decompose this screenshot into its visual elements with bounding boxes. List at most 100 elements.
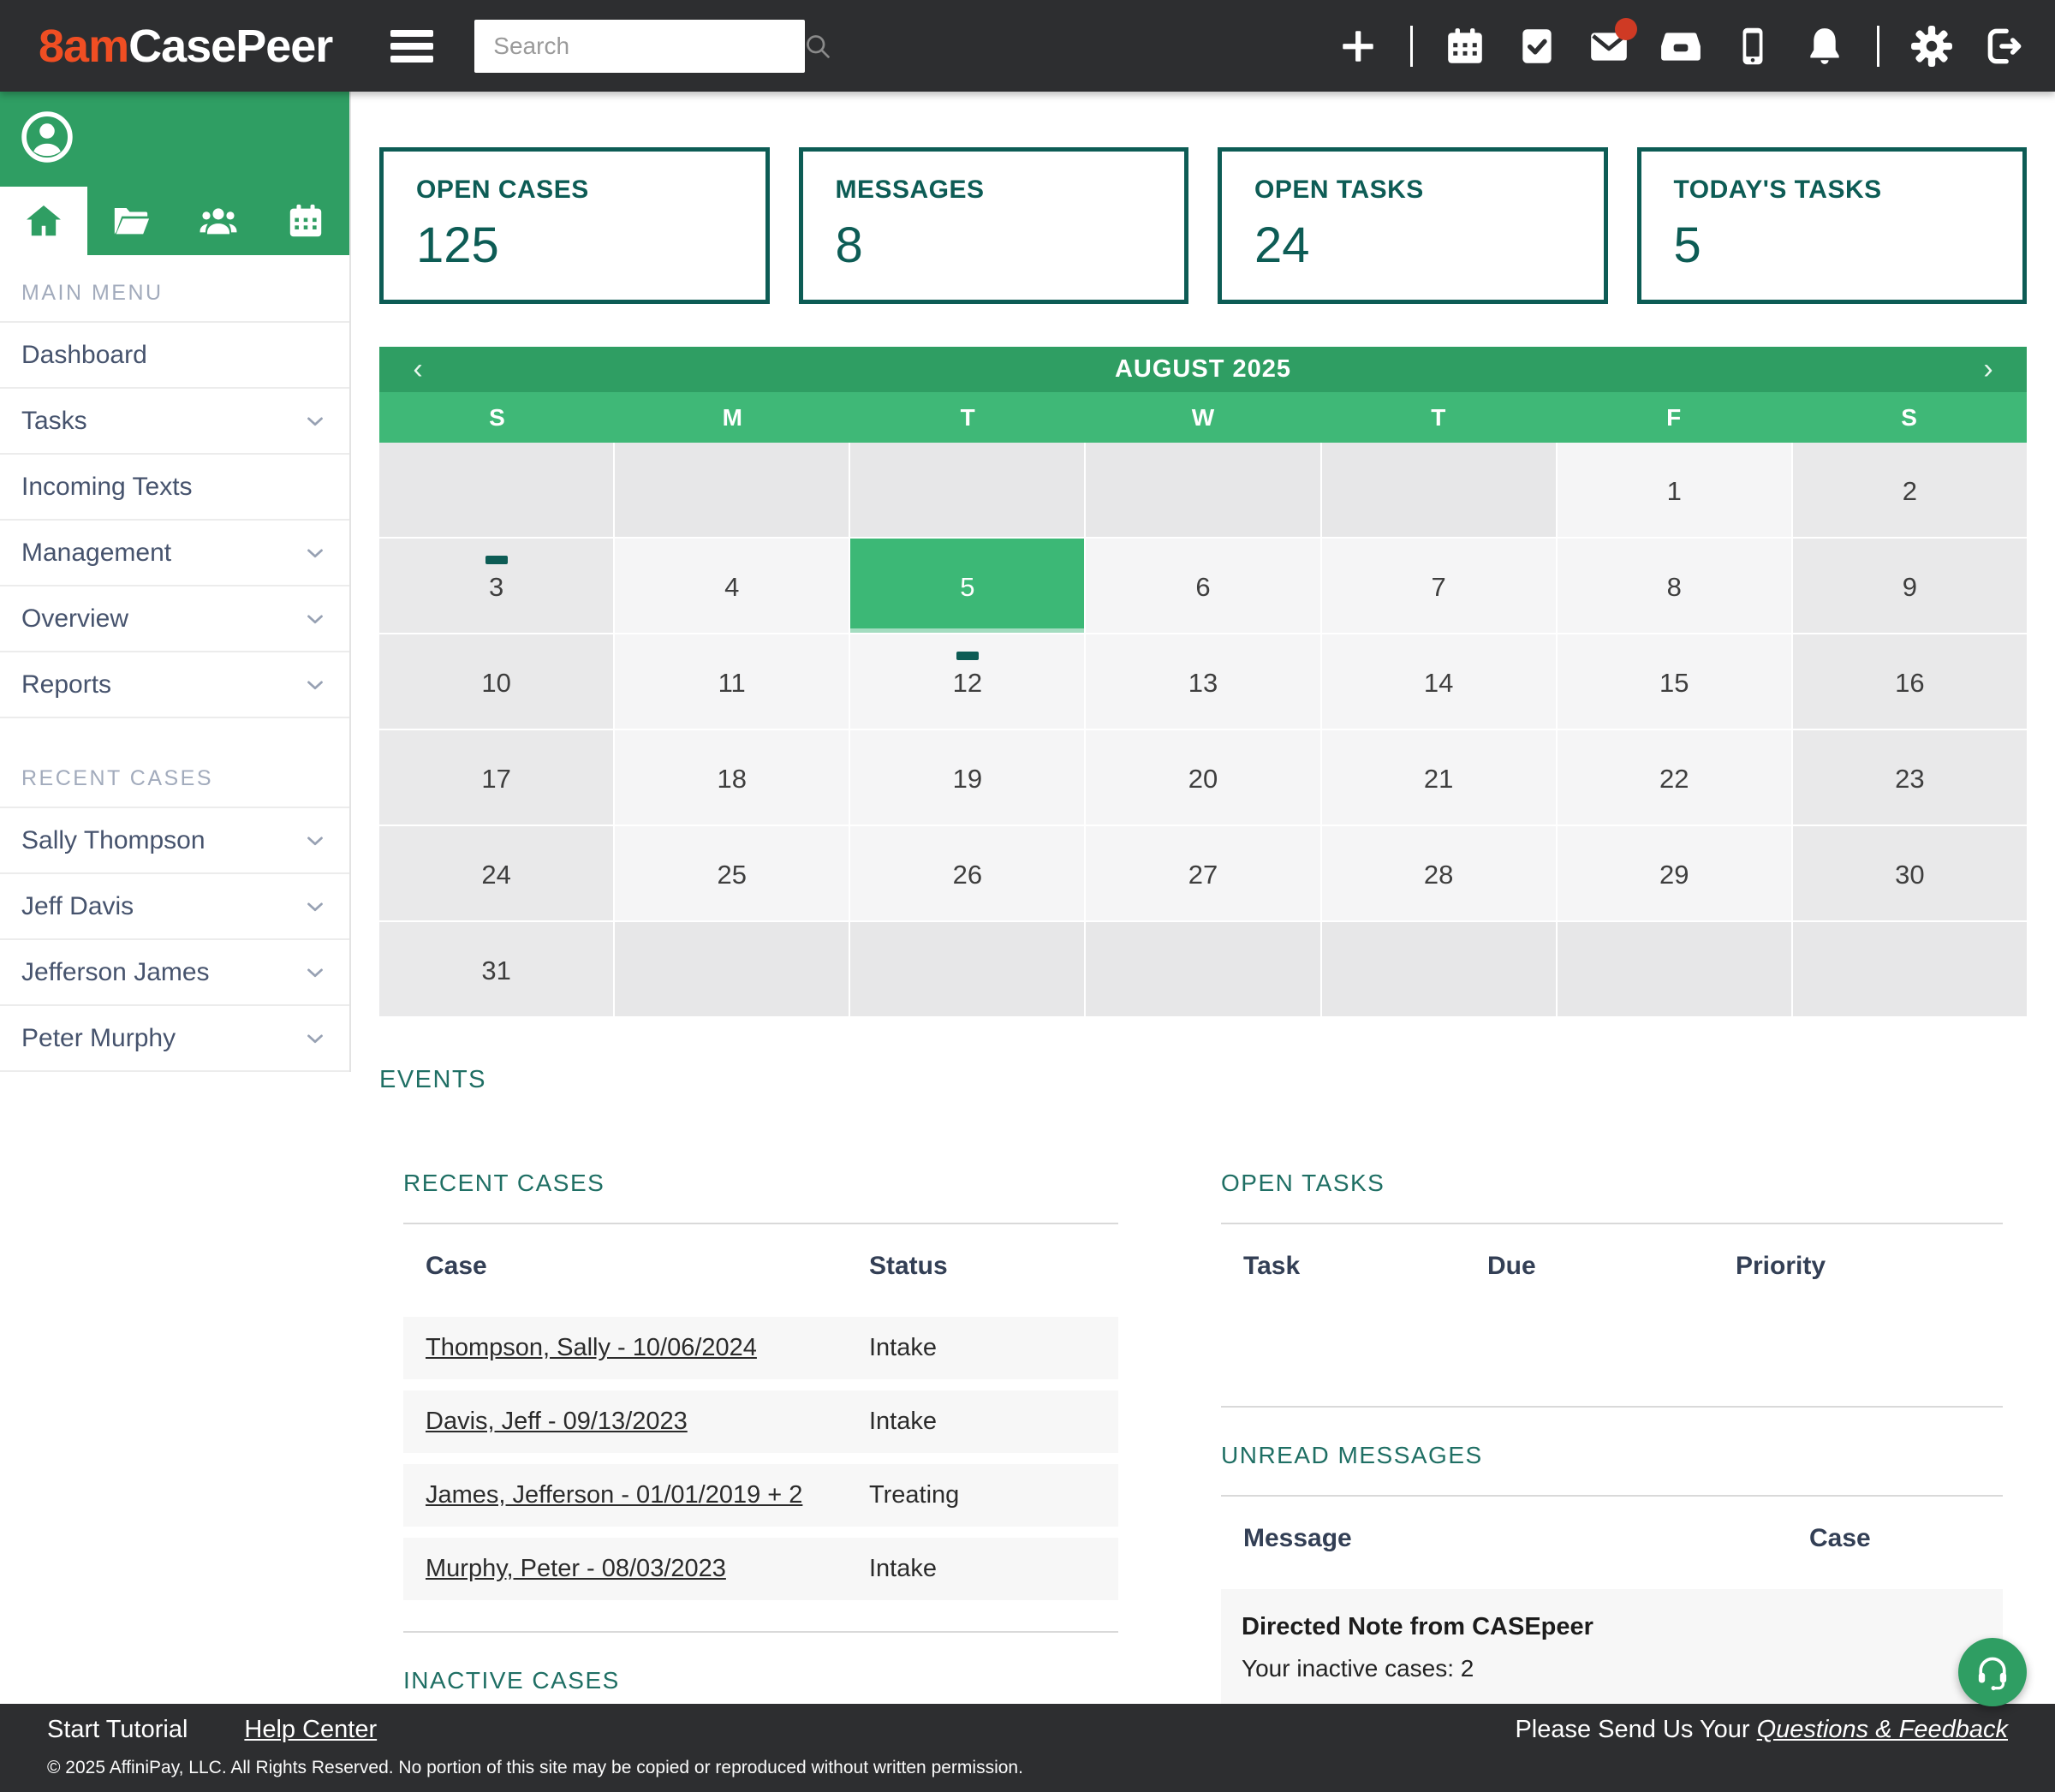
calendar-day-2[interactable]: 2 — [1793, 443, 2027, 537]
main-content: OPEN CASES 125 MESSAGES 8 OPEN TASKS 24 … — [351, 92, 2055, 1792]
start-tutorial-link[interactable]: Start Tutorial — [47, 1716, 188, 1744]
footer: Start Tutorial Help Center Please Send U… — [0, 1704, 2055, 1792]
search-input[interactable] — [493, 33, 802, 60]
calendar-day-12[interactable]: 12 — [850, 634, 1084, 729]
calendar-day-18[interactable]: 18 — [615, 730, 849, 825]
calendar-next-button[interactable]: › — [1950, 353, 2027, 386]
tab-contacts[interactable] — [175, 187, 262, 255]
event-marker-placeholder — [956, 747, 979, 756]
calendar-day-31[interactable]: 31 — [379, 922, 613, 1016]
calendar-day-5[interactable]: 5 — [850, 539, 1084, 633]
calendar-day-19[interactable]: 19 — [850, 730, 1084, 825]
calendar-day-27[interactable]: 27 — [1086, 826, 1319, 920]
event-marker-placeholder — [1192, 556, 1214, 564]
case-link[interactable]: James, Jefferson - 01/01/2019 + 2 — [426, 1481, 869, 1509]
support-chat-button[interactable] — [1958, 1638, 2027, 1706]
case-link[interactable]: Thompson, Sally - 10/06/2024 — [426, 1334, 869, 1362]
case-link[interactable]: Murphy, Peter - 08/03/2023 — [426, 1555, 869, 1583]
calendar-day-13[interactable]: 13 — [1086, 634, 1319, 729]
calendar-day-25[interactable]: 25 — [615, 826, 849, 920]
event-marker-placeholder — [1192, 747, 1214, 756]
sidebar-recent-case-jeff-davis[interactable]: Jeff Davis — [0, 874, 349, 940]
calendar-day-21[interactable]: 21 — [1322, 730, 1556, 825]
calendar-day-29[interactable]: 29 — [1558, 826, 1791, 920]
help-center-link[interactable]: Help Center — [244, 1716, 377, 1744]
sidebar-item-dashboard[interactable]: Dashboard — [0, 323, 349, 389]
app-logo[interactable]: 8amCasePeer — [39, 20, 332, 73]
case-link[interactable]: Davis, Jeff - 09/13/2023 — [426, 1408, 869, 1436]
calendar-day-1[interactable]: 1 — [1558, 443, 1791, 537]
settings-gear-icon[interactable] — [1910, 25, 1953, 68]
sidebar-item-management[interactable]: Management — [0, 521, 349, 586]
event-marker — [485, 556, 508, 564]
calendar-icon[interactable] — [1444, 25, 1486, 68]
tab-home[interactable] — [0, 187, 87, 255]
add-icon[interactable] — [1337, 25, 1379, 68]
message-body: Your inactive cases: 2 — [1242, 1655, 1982, 1682]
calendar-day-20[interactable]: 20 — [1086, 730, 1319, 825]
calendar-day-10[interactable]: 10 — [379, 634, 613, 729]
day-number: 12 — [953, 668, 982, 699]
day-number: 2 — [1903, 476, 1917, 507]
calendar-empty-cell — [615, 922, 849, 1016]
menu-toggle-icon[interactable] — [390, 30, 433, 63]
chevron-down-icon — [302, 894, 328, 920]
sidebar-item-tasks[interactable]: Tasks — [0, 389, 349, 455]
stat-card-open-tasks[interactable]: OPEN TASKS 24 — [1218, 147, 1608, 304]
day-number: 16 — [1895, 668, 1924, 699]
tab-cases[interactable] — [87, 187, 175, 255]
day-number: 11 — [718, 668, 746, 699]
calendar-day-23[interactable]: 23 — [1793, 730, 2027, 825]
notifications-bell-icon[interactable] — [1803, 25, 1846, 68]
calendar-day-7[interactable]: 7 — [1322, 539, 1556, 633]
calendar-day-15[interactable]: 15 — [1558, 634, 1791, 729]
sidebar-item-label: Overview — [21, 604, 128, 634]
day-number: 26 — [953, 860, 982, 890]
calendar-day-28[interactable]: 28 — [1322, 826, 1556, 920]
messages-envelope-icon[interactable] — [1587, 25, 1630, 68]
calendar-day-16[interactable]: 16 — [1793, 634, 2027, 729]
stat-card-open-cases[interactable]: OPEN CASES 125 — [379, 147, 770, 304]
recent-case-row: Thompson, Sally - 10/06/2024Intake — [403, 1317, 1118, 1379]
stat-value: 5 — [1674, 217, 1991, 274]
event-marker-placeholder — [1192, 652, 1214, 660]
calendar-day-3[interactable]: 3 — [379, 539, 613, 633]
feedback-link[interactable]: Questions & Feedback — [1757, 1716, 2008, 1743]
calendar-day-9[interactable]: 9 — [1793, 539, 2027, 633]
calendar-day-8[interactable]: 8 — [1558, 539, 1791, 633]
chevron-down-icon — [302, 828, 328, 854]
event-marker — [956, 652, 979, 660]
user-avatar-icon[interactable] — [21, 110, 74, 164]
day-number: 27 — [1188, 860, 1218, 890]
sidebar-item-overview[interactable]: Overview — [0, 586, 349, 652]
sidebar-recent-case-jefferson-james[interactable]: Jefferson James — [0, 940, 349, 1006]
stat-card-todays-tasks[interactable]: TODAY'S TASKS 5 — [1637, 147, 2028, 304]
calendar-day-4[interactable]: 4 — [615, 539, 849, 633]
calendar-day-17[interactable]: 17 — [379, 730, 613, 825]
sidebar-recent-case-peter-murphy[interactable]: Peter Murphy — [0, 1006, 349, 1072]
calendar-day-11[interactable]: 11 — [615, 634, 849, 729]
day-number: 10 — [481, 668, 510, 699]
recent-cases-table-header: Case Status — [403, 1224, 1118, 1317]
weekday-label: T — [850, 392, 1086, 443]
logout-icon[interactable] — [1982, 25, 2025, 68]
calendar-day-24[interactable]: 24 — [379, 826, 613, 920]
tasks-check-icon[interactable] — [1516, 25, 1558, 68]
calendar-prev-button[interactable]: ‹ — [379, 353, 456, 386]
calendar-day-30[interactable]: 30 — [1793, 826, 2027, 920]
inbox-icon[interactable] — [1659, 25, 1702, 68]
day-number: 30 — [1895, 860, 1924, 890]
case-status: Treating — [869, 1481, 1096, 1509]
calendar-day-22[interactable]: 22 — [1558, 730, 1791, 825]
sidebar-item-incoming-texts[interactable]: Incoming Texts — [0, 455, 349, 521]
calendar-day-14[interactable]: 14 — [1322, 634, 1556, 729]
stat-card-messages[interactable]: MESSAGES 8 — [799, 147, 1189, 304]
day-number: 20 — [1188, 764, 1218, 795]
sidebar-recent-case-sally-thompson[interactable]: Sally Thompson — [0, 808, 349, 874]
calendar-day-26[interactable]: 26 — [850, 826, 1084, 920]
mobile-icon[interactable] — [1731, 25, 1774, 68]
tab-calendar[interactable] — [262, 187, 349, 255]
calendar-day-6[interactable]: 6 — [1086, 539, 1319, 633]
sidebar-item-reports[interactable]: Reports — [0, 652, 349, 718]
global-search-box[interactable] — [474, 20, 805, 73]
